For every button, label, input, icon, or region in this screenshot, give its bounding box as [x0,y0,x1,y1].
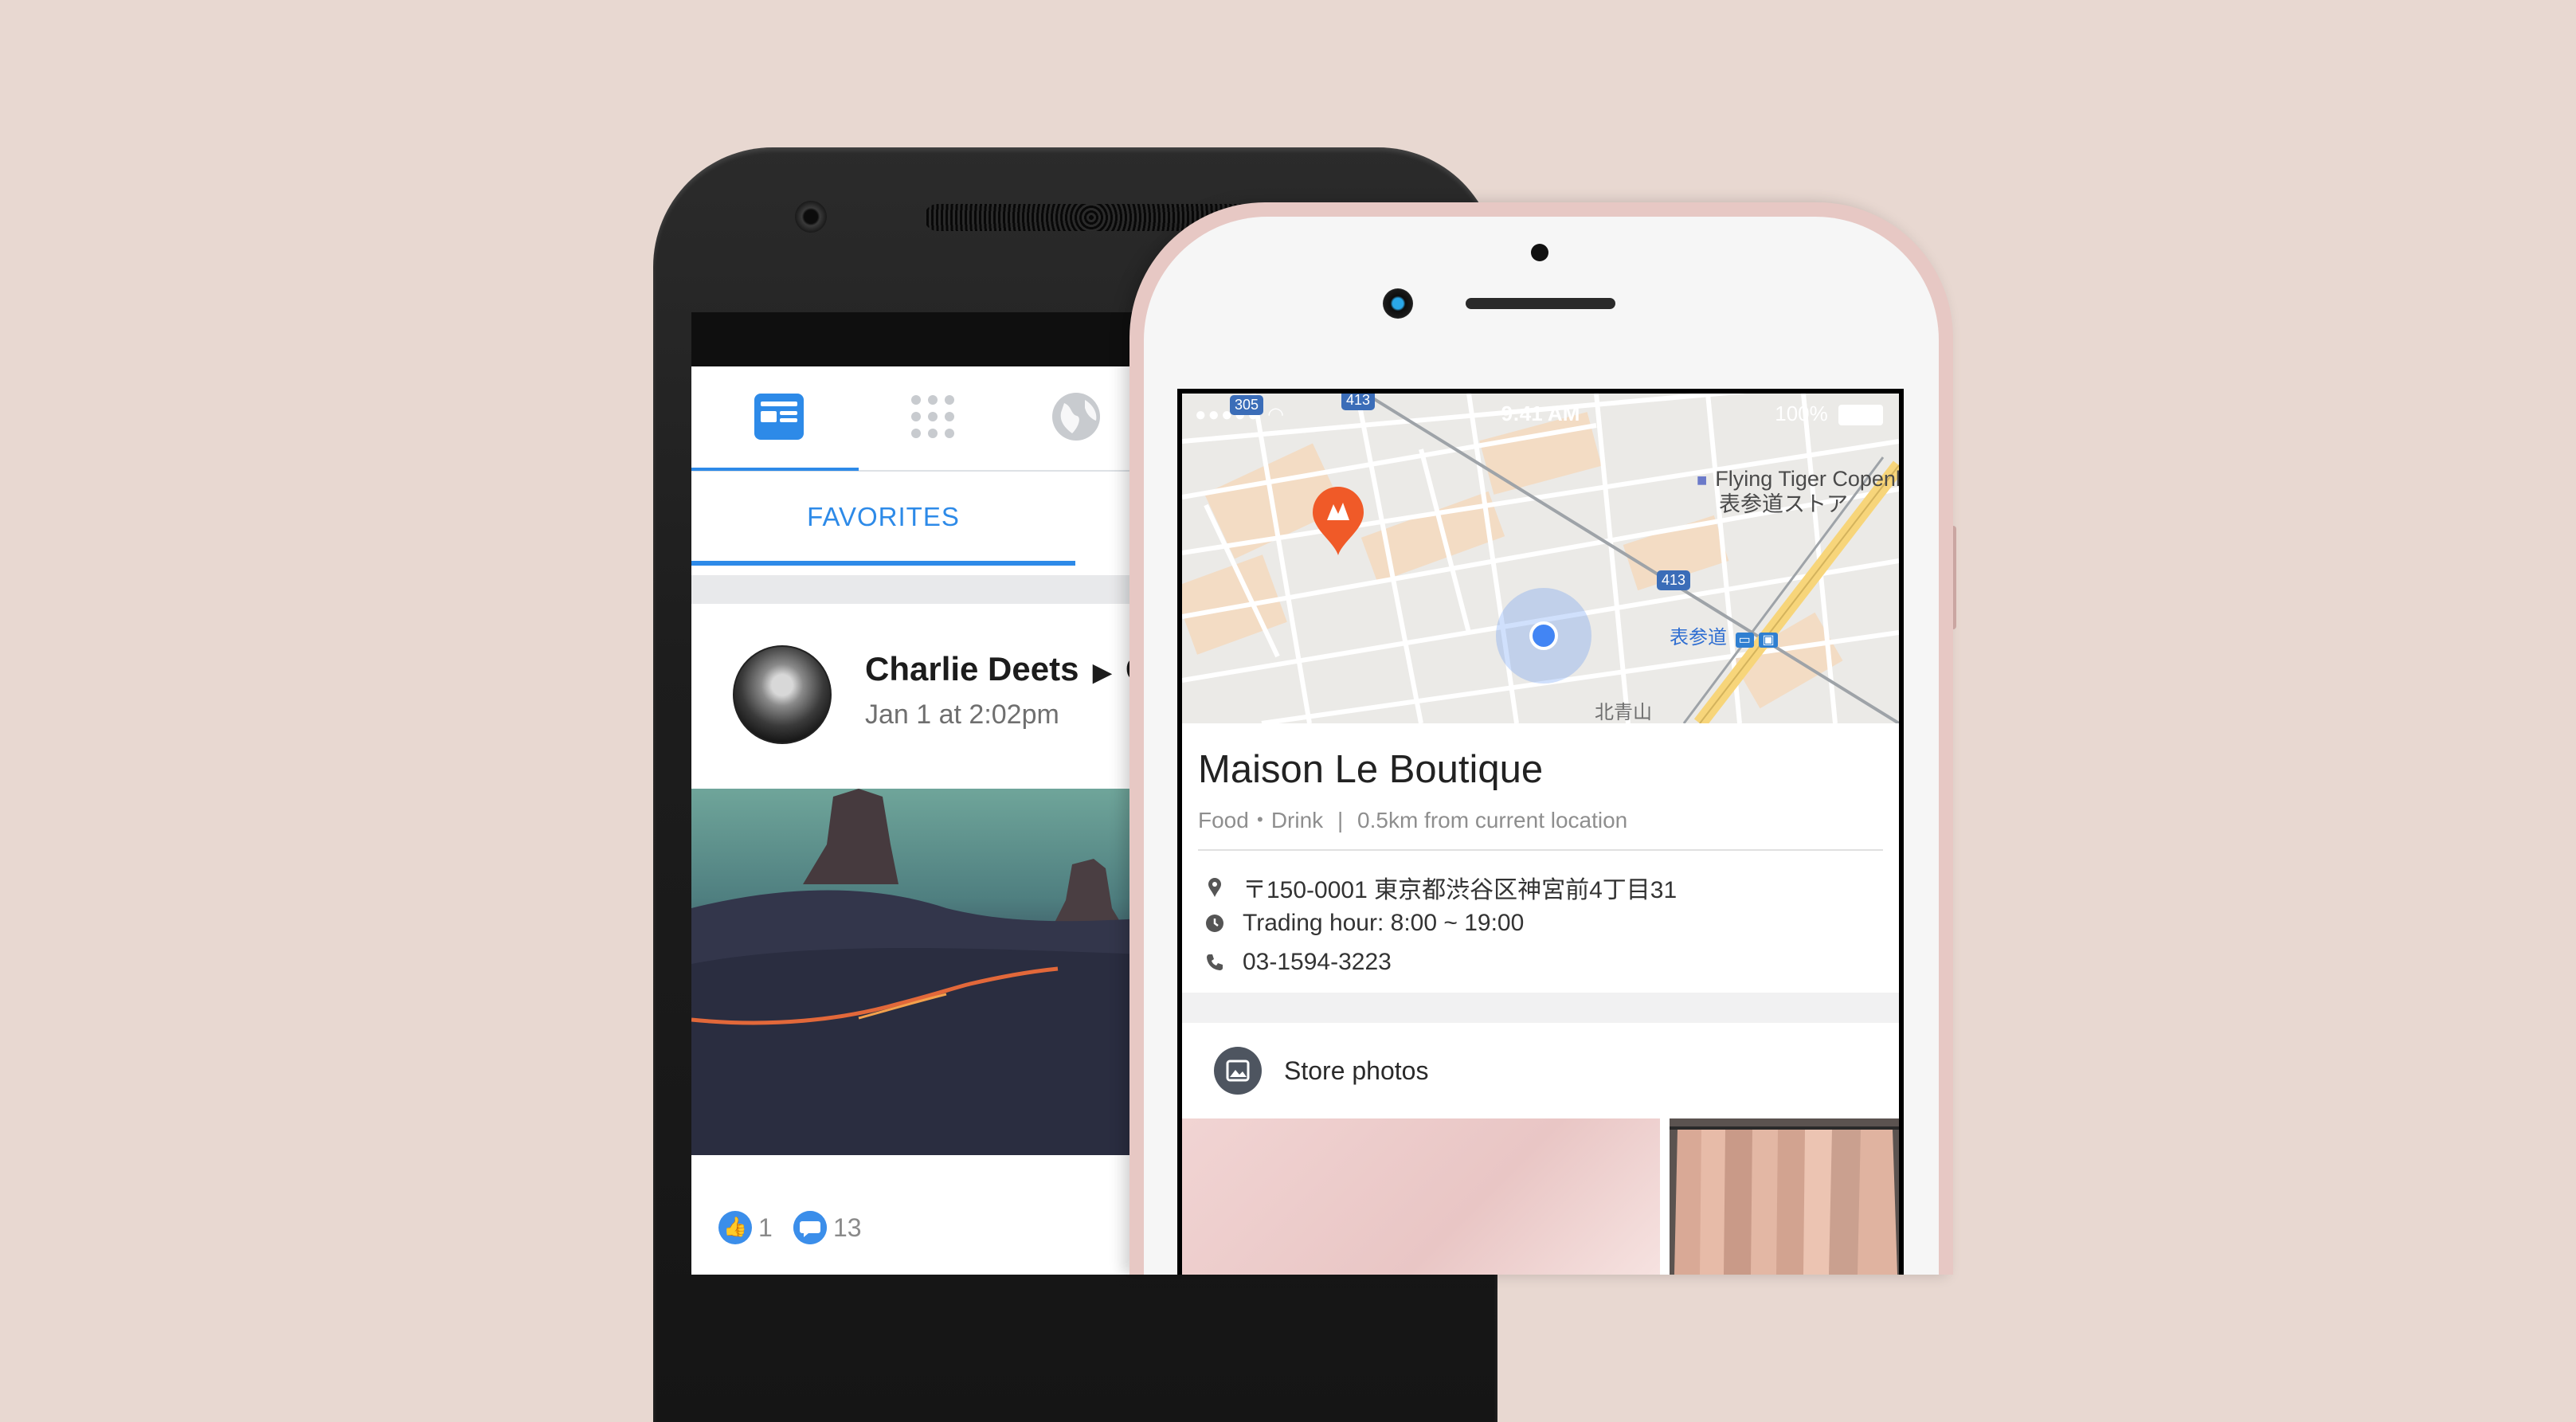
map-area-label: 北青山 [1595,702,1652,723]
battery-status: 100% [1775,402,1883,426]
active-tab-indicator [691,468,859,471]
post-author[interactable]: Charlie Deets ▶ G [865,650,1152,688]
address-row[interactable]: 〒150-0001 東京都渋谷区神宮前4丁目31 [1204,870,1678,903]
author-name[interactable]: Charlie Deets [865,650,1079,687]
place-category: Food・Drink [1198,808,1324,832]
poi-name: Flying Tiger Copenh [1715,467,1899,491]
iphone-sensor [1531,244,1548,261]
meta-separator: | [1337,808,1344,832]
feed-separator [691,575,1185,604]
tab-favorites[interactable]: FAVORITES [691,472,1075,562]
iphone-earpiece [1466,298,1615,309]
avatar[interactable] [733,645,832,744]
phone-icon [1204,952,1225,973]
post-photo[interactable] [691,789,1185,1155]
station-name: 表参道 [1670,627,1727,648]
map-station-label[interactable]: 表参道 ▭ ▣ [1670,621,1778,649]
place-name: Maison Le Boutique [1198,748,1544,791]
phone-row[interactable]: 03-1594-3223 [1204,948,1392,980]
globe-icon[interactable] [1048,389,1104,445]
place-pin-icon[interactable] [1310,485,1367,557]
comment-count: 13 [833,1213,862,1242]
hours-text: Trading hour: 8:00 ~ 19:00 [1243,910,1525,937]
shop-icon: ■ [1697,470,1708,490]
store-photos-card: Store photos [1182,1023,1899,1275]
train-icon: ▣ [1759,633,1778,648]
apps-grid-icon[interactable] [905,389,961,445]
top-tab-bar [691,366,1185,472]
subway-icon: ▭ [1735,633,1754,648]
battery-percent: 100% [1775,402,1828,425]
android-screen: FAVORITES Charlie Deets ▶ G Jan 1 at 2:0… [691,312,1185,1275]
current-location-indicator [1496,588,1591,684]
divider [1198,849,1883,851]
maps-app: ●●●●● ◠ 9:41 AM 100% 305 413 413 ■ Flyin… [1182,394,1899,1275]
hours-row: Trading hour: 8:00 ~ 19:00 [1204,909,1524,941]
comment-icon[interactable] [793,1211,827,1244]
store-photo[interactable] [1182,1118,1660,1275]
road-label: 305 [1230,395,1264,415]
post-header: Charlie Deets ▶ G Jan 1 at 2:02pm [691,604,1185,787]
caret-right-icon: ▶ [1093,660,1112,686]
favorites-indicator [691,561,1075,566]
battery-icon [1838,405,1883,426]
place-info-card: Maison Le Boutique Food・Drink | 0.5km fr… [1182,723,1899,993]
android-status-bar [691,312,1185,366]
location-pin-icon [1204,877,1225,898]
android-front-camera [795,201,827,233]
poi-subname: 表参道ストア [1719,492,1848,516]
like-count: 1 [758,1213,773,1242]
iphone-screen: ●●●●● ◠ 9:41 AM 100% 305 413 413 ■ Flyin… [1177,389,1904,1275]
current-location-dot [1529,621,1558,650]
phone-text: 03-1594-3223 [1243,949,1392,976]
status-bar: ●●●●● ◠ 9:41 AM 100% [1182,394,1899,433]
map-view[interactable]: ●●●●● ◠ 9:41 AM 100% 305 413 413 ■ Flyin… [1182,394,1899,723]
road-label: 413 [1341,394,1376,410]
iphone-front-camera [1383,288,1413,319]
post-timestamp: Jan 1 at 2:02pm [865,699,1059,730]
store-photos-label[interactable]: Store photos [1284,1056,1428,1086]
address-text: 〒150-0001 東京都渋谷区神宮前4丁目31 [1243,877,1678,903]
place-meta: Food・Drink | 0.5km from current location [1198,803,1627,835]
place-distance: 0.5km from current location [1357,808,1628,832]
clock-icon [1204,913,1225,934]
like-icon[interactable]: 👍 [718,1211,752,1244]
post-actions: 👍 1 13 [691,1155,1185,1275]
image-icon [1214,1047,1262,1095]
map-poi-label[interactable]: ■ Flying Tiger Copenh 表参道ストア [1697,467,1899,516]
news-feed-icon[interactable] [751,389,807,445]
store-photo[interactable] [1670,1118,1899,1275]
subtab-bar: FAVORITES [691,472,1185,566]
road-label: 413 [1657,570,1691,590]
